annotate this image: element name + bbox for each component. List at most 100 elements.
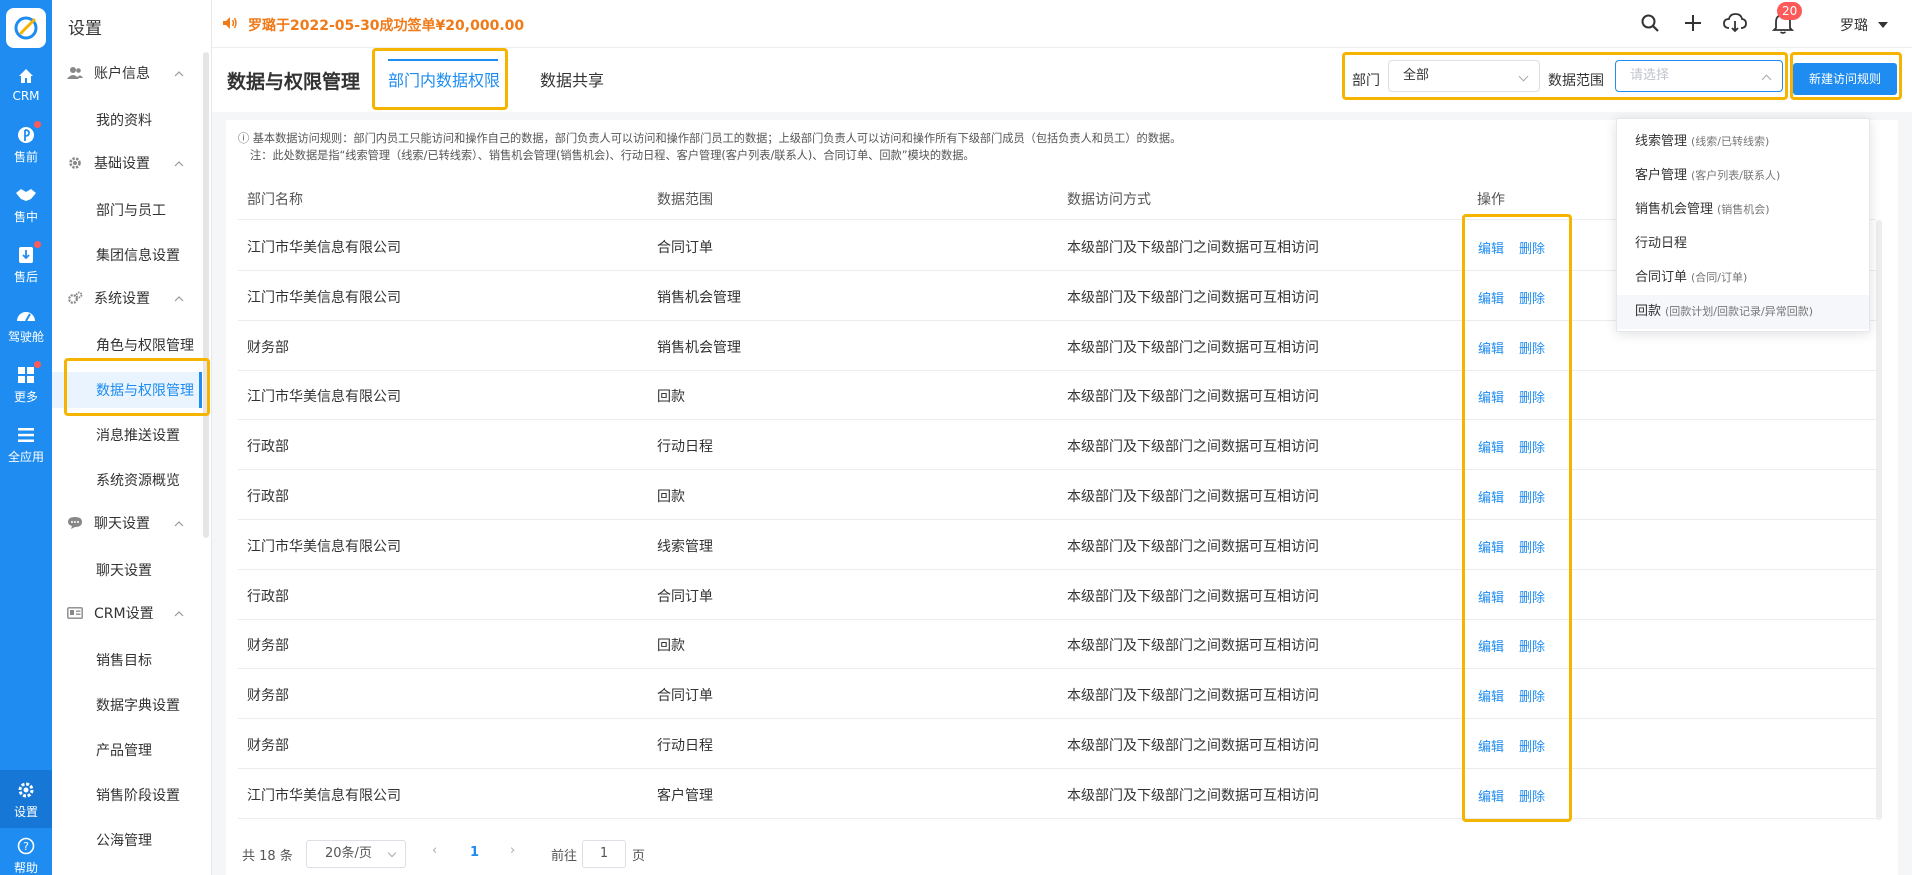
sidebar-item-data-permissions[interactable]: 数据与权限管理 — [52, 372, 202, 408]
cell-scope: 回款 — [657, 638, 685, 655]
caret-down-icon — [1878, 22, 1888, 28]
dashboard-icon — [15, 304, 37, 326]
option-label: 销售机会管理 — [1635, 202, 1714, 217]
edit-link[interactable]: 编辑 — [1478, 437, 1504, 456]
edit-link[interactable]: 编辑 — [1478, 387, 1504, 406]
chevron-up-icon — [1761, 74, 1772, 85]
edit-link[interactable]: 编辑 — [1478, 487, 1504, 506]
chevron-down-icon — [387, 848, 397, 858]
cell-access-mode: 本级部门及下级部门之间数据可互相访问 — [1067, 439, 1319, 456]
rail-label: 售前 — [13, 149, 38, 164]
scope-dropdown: 线索管理 (线索/已转线索) 客户管理 (客户列表/联系人) 销售机会管理 (销售机会… — [1616, 118, 1870, 332]
speaker-icon — [222, 16, 238, 34]
sidebar-item-resource-overview[interactable]: 系统资源概览 — [52, 462, 202, 498]
sidebar-group-crm[interactable]: CRM设置 — [52, 598, 202, 628]
app-logo[interactable] — [6, 8, 46, 48]
cell-scope: 销售机会管理 — [657, 289, 741, 306]
sidebar-item-my-profile[interactable]: 我的资料 — [52, 102, 202, 138]
page-suffix: 页 — [632, 849, 646, 864]
edit-link[interactable]: 编辑 — [1478, 537, 1504, 556]
tab-dept-data-permissions[interactable]: 部门内数据权限 — [388, 67, 500, 91]
column-header-actions: 操作 — [1477, 192, 1505, 208]
page-size-select[interactable]: 20条/页 — [306, 840, 406, 868]
rail-item-cockpit[interactable]: 驾驶舱 — [0, 296, 52, 352]
edit-link[interactable]: 编辑 — [1478, 238, 1504, 257]
delete-link[interactable]: 删除 — [1519, 736, 1545, 755]
cloud-download-icon[interactable] — [1722, 10, 1748, 36]
sidebar-item-dept-staff[interactable]: 部门与员工 — [52, 192, 202, 228]
delete-link[interactable]: 删除 — [1519, 338, 1545, 357]
delete-link[interactable]: 删除 — [1519, 636, 1545, 655]
rail-item-presale[interactable]: 售前 — [0, 116, 52, 172]
cell-access-mode: 本级部门及下级部门之间数据可互相访问 — [1067, 389, 1319, 406]
sidebar-item-group-info[interactable]: 集团信息设置 — [52, 237, 202, 273]
sidebar-group-chat[interactable]: 聊天设置 — [52, 508, 202, 538]
column-header-scope: 数据范围 — [657, 192, 713, 208]
sidebar-item-push-settings[interactable]: 消息推送设置 — [52, 417, 202, 453]
rail-item-more[interactable]: 更多 — [0, 356, 52, 412]
dropdown-option-contracts[interactable]: 合同订单 (合同/订单) — [1617, 261, 1869, 295]
tab-data-sharing[interactable]: 数据共享 — [540, 67, 604, 91]
cell-scope: 行动日程 — [657, 738, 713, 754]
rail-item-all-apps[interactable]: 全应用 — [0, 416, 52, 472]
sidebar-scrollbar[interactable] — [203, 52, 209, 538]
dropdown-option-schedule[interactable]: 行动日程 — [1617, 227, 1869, 261]
rail-item-aftersale[interactable]: 售后 — [0, 236, 52, 292]
sidebar-item-data-dictionary[interactable]: 数据字典设置 — [52, 687, 202, 723]
delete-link[interactable]: 删除 — [1519, 786, 1545, 805]
rail-item-help[interactable]: ? 帮助 — [0, 832, 52, 875]
delete-link[interactable]: 删除 — [1519, 587, 1545, 606]
sidebar-item-public-pool[interactable]: 公海管理 — [52, 822, 202, 858]
delete-link[interactable]: 删除 — [1519, 686, 1545, 705]
sidebar-group-account[interactable]: 账户信息 — [52, 58, 202, 88]
current-page[interactable]: 1 — [470, 845, 479, 860]
service-icon — [15, 240, 41, 266]
dept-select-value: 全部 — [1403, 68, 1430, 83]
sidebar-item-sales-target[interactable]: 销售目标 — [52, 642, 202, 678]
dropdown-option-payments[interactable]: 回款 (回款计划/回款记录/异常回款) — [1617, 295, 1869, 329]
edit-link[interactable]: 编辑 — [1478, 587, 1504, 606]
rail-item-insale[interactable]: 售中 — [0, 176, 52, 232]
sidebar-item-product-management[interactable]: 产品管理 — [52, 732, 202, 768]
sidebar-group-basic[interactable]: 基础设置 — [52, 148, 202, 178]
delete-link[interactable]: 删除 — [1519, 487, 1545, 506]
help-icon: ? — [15, 835, 37, 857]
new-access-rule-button[interactable]: 新建访问规则 — [1793, 63, 1897, 95]
sidebar-item-sales-stage[interactable]: 销售阶段设置 — [52, 777, 202, 813]
rail-item-settings[interactable]: 设置 — [0, 770, 52, 828]
sidebar-group-system[interactable]: 系统设置 — [52, 283, 202, 313]
delete-link[interactable]: 删除 — [1519, 387, 1545, 406]
sidebar-item-label: 公海管理 — [96, 833, 152, 849]
delete-link[interactable]: 删除 — [1519, 537, 1545, 556]
edit-link[interactable]: 编辑 — [1478, 636, 1504, 655]
plus-icon[interactable] — [1680, 10, 1706, 36]
scope-select[interactable]: 请选择 — [1615, 60, 1783, 92]
sidebar-item-chat-settings[interactable]: 聊天设置 — [52, 552, 202, 588]
page-size-value: 20条/页 — [325, 846, 372, 861]
edit-link[interactable]: 编辑 — [1478, 288, 1504, 307]
sidebar-item-label: 销售阶段设置 — [96, 788, 180, 804]
dropdown-option-customers[interactable]: 客户管理 (客户列表/联系人) — [1617, 159, 1869, 193]
table-scrollbar[interactable] — [1876, 220, 1882, 820]
delete-link[interactable]: 删除 — [1519, 288, 1545, 307]
dropdown-option-leads[interactable]: 线索管理 (线索/已转线索) — [1617, 125, 1869, 159]
rail-item-crm[interactable]: CRM — [0, 56, 52, 112]
delete-link[interactable]: 删除 — [1519, 238, 1545, 257]
cell-dept: 行政部 — [247, 439, 289, 456]
user-menu[interactable]: 罗璐 — [1840, 15, 1888, 35]
search-icon[interactable] — [1637, 10, 1663, 36]
sidebar-item-role-permissions[interactable]: 角色与权限管理 — [52, 327, 202, 363]
edit-link[interactable]: 编辑 — [1478, 736, 1504, 755]
edit-link[interactable]: 编辑 — [1478, 686, 1504, 705]
delete-link[interactable]: 删除 — [1519, 437, 1545, 456]
deal-notice[interactable]: 罗璐于2022-05-30成功签单¥20,000.00 — [222, 15, 524, 35]
dropdown-option-opportunities[interactable]: 销售机会管理 (销售机会) — [1617, 193, 1869, 227]
goto-page-input[interactable]: 1 — [582, 840, 626, 868]
prev-page-icon[interactable]: ‹ — [432, 843, 437, 858]
dept-select[interactable]: 全部 — [1388, 60, 1540, 92]
next-page-icon[interactable]: › — [510, 843, 515, 858]
cell-dept: 江门市华美信息有限公司 — [247, 787, 401, 804]
edit-link[interactable]: 编辑 — [1478, 786, 1504, 805]
chevron-up-icon — [174, 606, 184, 622]
edit-link[interactable]: 编辑 — [1478, 338, 1504, 357]
